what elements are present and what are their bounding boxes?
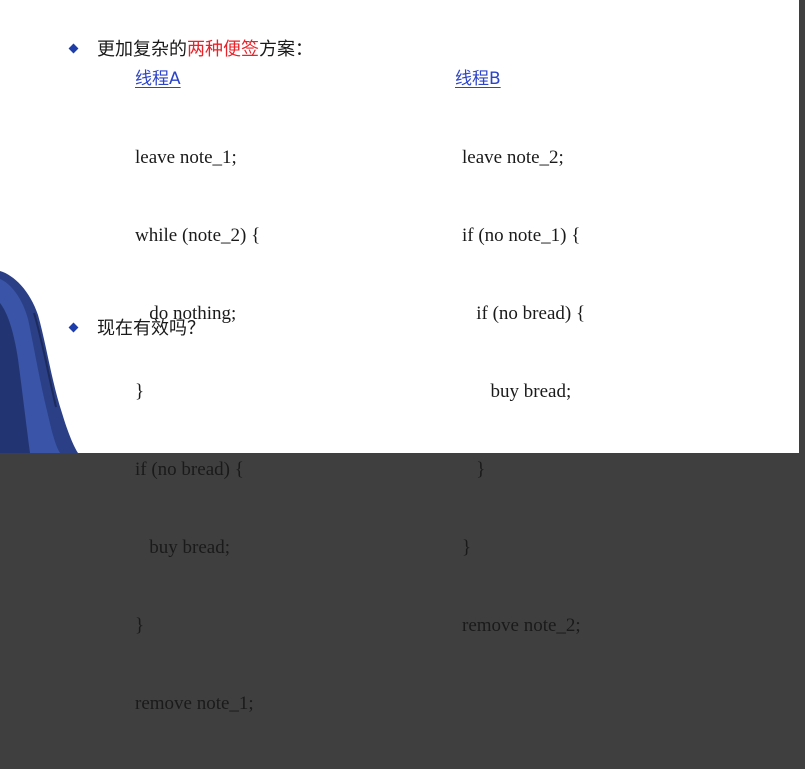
bullet-text-highlight: 两种便签 (187, 39, 259, 60)
code-line: buy bread; (135, 537, 230, 558)
presenter-figure (0, 271, 78, 453)
code-line: } (135, 615, 145, 636)
code-line: buy bread; (462, 381, 572, 402)
code-line: remove note_2; (462, 615, 581, 636)
slide-canvas: 更加复杂的 两种便签 方案： 线程A leave note_1; while (no… (0, 0, 799, 714)
bullet-diamond-icon (68, 43, 79, 53)
bullet-item-scheme: 更加复杂的 两种便签 方案： (68, 35, 313, 61)
code-line: while (note_2) { (135, 225, 261, 246)
thread-b-title: 线程B (455, 69, 501, 89)
thread-a-code: leave note_1; while (note_2) { do nothin… (135, 93, 260, 769)
code-line: remove note_1; (135, 693, 254, 714)
code-line: leave note_2; (462, 147, 564, 168)
bullet-text-suffix: 方案： (259, 39, 313, 60)
code-line: if (no note_1) { (462, 225, 581, 246)
thread-b-code: leave note_2; if (no note_1) { if (no br… (462, 93, 585, 691)
bullet-text-prefix: 更加复杂的 (97, 39, 187, 60)
thread-a-title: 线程A (135, 69, 181, 89)
code-line: leave note_1; (135, 147, 237, 168)
slide-frame: 更加复杂的 两种便签 方案： 线程A leave note_1; while (no… (0, 0, 805, 714)
bullet-item-question: 现在有效吗？ (68, 314, 205, 340)
code-line: if (no bread) { (135, 459, 244, 480)
code-line: } (135, 381, 145, 402)
code-line: } (462, 459, 486, 480)
code-line: } (462, 537, 472, 558)
bullet-text: 现在有效吗？ (97, 318, 205, 339)
code-line: if (no bread) { (462, 303, 586, 324)
